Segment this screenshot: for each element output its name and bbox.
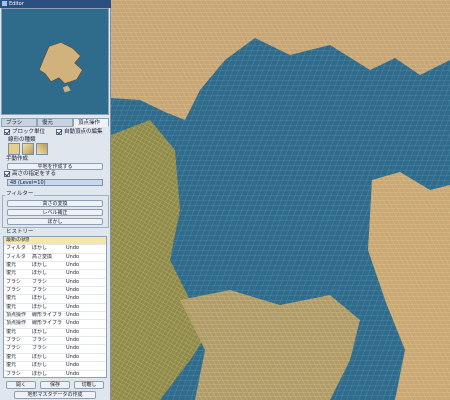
history-row[interactable]: ブラシ ブラシ Undo bbox=[4, 337, 106, 346]
tab-bar: ブラシ 復元 頂点操作 bbox=[0, 118, 111, 127]
history-category: ブラシ bbox=[6, 337, 21, 344]
tool-panel: Editor ブラシ 復元 頂点操作 ブロック単位 自動頂点の編集 線形の種類 … bbox=[0, 0, 111, 400]
history-category: フィルタ bbox=[6, 253, 26, 260]
history-undo: Undo bbox=[66, 287, 80, 294]
history-category: 頂点操作 bbox=[6, 312, 27, 319]
stroke-swatch-flat[interactable] bbox=[8, 143, 20, 155]
history-action: ブラシ bbox=[32, 337, 47, 344]
history-latest-row[interactable]: 最新の状態 bbox=[4, 237, 106, 246]
history-action: 高さ変換 bbox=[32, 253, 53, 260]
history-action: 線形ライブラ bbox=[32, 312, 62, 319]
history-undo: Undo bbox=[66, 353, 80, 360]
history-undo: Undo bbox=[66, 262, 80, 269]
history-action: ブラシ bbox=[32, 345, 47, 352]
history-action: ぼかし bbox=[32, 262, 48, 269]
height-checkbox[interactable] bbox=[4, 170, 10, 177]
history-category: フィルタ bbox=[6, 245, 26, 252]
history-category: ブラシ bbox=[6, 370, 21, 377]
history-undo: Undo bbox=[66, 253, 80, 260]
history-row[interactable]: 復元 ぼかし Undo bbox=[4, 328, 106, 338]
block-unit-option[interactable]: ブロック単位 bbox=[4, 128, 45, 136]
history-row[interactable]: 復元 ぼかし Undo bbox=[4, 295, 106, 304]
history-action: ぼかし bbox=[32, 362, 48, 369]
filter-label: フィルター bbox=[5, 191, 35, 198]
app-icon bbox=[2, 1, 7, 6]
history-undo: Undo bbox=[66, 295, 80, 302]
auto-vertex-checkbox[interactable] bbox=[56, 128, 62, 135]
detach-button[interactable]: 切離し bbox=[74, 381, 104, 389]
history-row[interactable]: 復元 ぼかし Undo bbox=[4, 262, 106, 271]
history-undo: Undo bbox=[66, 303, 80, 310]
history-action: ぼかし bbox=[32, 328, 48, 335]
auto-vertex-option[interactable]: 自動頂点の編集 bbox=[56, 128, 103, 136]
window-titlebar: Editor bbox=[0, 0, 111, 8]
history-undo: Undo bbox=[66, 362, 80, 369]
history-undo: Undo bbox=[66, 245, 80, 252]
block-unit-checkbox[interactable] bbox=[4, 128, 10, 135]
tab-restore[interactable]: 復元 bbox=[37, 118, 73, 127]
history-category: ブラシ bbox=[6, 278, 21, 285]
history-category: 頂点操作 bbox=[6, 320, 27, 327]
height-convert-button[interactable]: 高さの変換 bbox=[7, 200, 103, 207]
window-title: Editor bbox=[9, 1, 24, 7]
history-row[interactable]: ブラシ ぼかし Undo bbox=[4, 370, 106, 378]
history-row[interactable]: ブラシ ブラシ Undo bbox=[4, 278, 106, 288]
height-option[interactable]: 高さの指定をする bbox=[4, 170, 56, 178]
tab-brush[interactable]: ブラシ bbox=[1, 118, 37, 127]
history-row[interactable]: 復元 ぼかし Undo bbox=[4, 270, 106, 279]
save-button[interactable]: 保存 bbox=[40, 381, 70, 389]
stroke-swatch-slope[interactable] bbox=[22, 143, 34, 155]
history-row[interactable]: 復元 ぼかし Undo bbox=[4, 353, 106, 363]
history-undo: Undo bbox=[66, 320, 80, 327]
history-action: 線形ライブラ bbox=[32, 320, 62, 327]
history-undo: Undo bbox=[66, 328, 80, 335]
history-undo: Undo bbox=[66, 278, 80, 285]
history-row[interactable]: 復元 ぼかし Undo bbox=[4, 303, 106, 313]
history-undo: Undo bbox=[66, 337, 80, 344]
history-action: ぼかし bbox=[32, 303, 48, 310]
history-action: ぼかし bbox=[32, 245, 48, 252]
history-action: ぼかし bbox=[32, 353, 48, 360]
history-category: 復元 bbox=[6, 362, 17, 369]
history-category: 復元 bbox=[6, 295, 17, 302]
history-category: ブラシ bbox=[6, 287, 21, 294]
history-action: ブラシ bbox=[32, 287, 47, 294]
history-undo: Undo bbox=[66, 345, 80, 352]
minimap[interactable] bbox=[1, 8, 109, 115]
open-button[interactable]: 開く bbox=[6, 381, 36, 389]
history-list[interactable]: 最新の状態 フィルタ ぼかし Undo フィルタ 高さ変換 Undo 復元 ぼかし Undo 復元… bbox=[3, 236, 107, 378]
stroke-swatch-ramp[interactable] bbox=[36, 143, 48, 155]
history-category: 復元 bbox=[6, 270, 17, 277]
history-undo: Undo bbox=[66, 270, 80, 277]
history-action: ぼかし bbox=[32, 270, 48, 277]
history-action: ブラシ bbox=[32, 278, 47, 285]
history-row[interactable]: フィルタ ぼかし Undo bbox=[4, 245, 106, 254]
create-plain-button[interactable]: 平地を作成する bbox=[7, 163, 103, 170]
blur-button[interactable]: ぼかし bbox=[7, 218, 103, 225]
tab-vertex[interactable]: 頂点操作 bbox=[73, 118, 109, 127]
history-category: 復元 bbox=[6, 328, 17, 335]
history-label: ヒストリー bbox=[5, 229, 35, 236]
history-category: 復元 bbox=[6, 262, 17, 269]
history-action: ぼかし bbox=[32, 370, 48, 377]
history-category: 復元 bbox=[6, 353, 17, 360]
history-category: 復元 bbox=[6, 303, 17, 310]
history-row[interactable]: ブラシ ブラシ Undo bbox=[4, 345, 106, 354]
export-master-data-button[interactable]: 地形マスタデータの作成 bbox=[14, 391, 96, 399]
level-adjust-button[interactable]: レベル補正 bbox=[7, 209, 103, 216]
history-row[interactable]: ブラシ ブラシ Undo bbox=[4, 287, 106, 296]
height-value-field[interactable]: 48 (Level=10) bbox=[7, 179, 103, 186]
history-row[interactable]: 頂点操作 線形ライブラ Undo bbox=[4, 320, 106, 329]
history-undo: Undo bbox=[66, 370, 80, 377]
history-undo: Undo bbox=[66, 312, 80, 319]
history-row[interactable]: 復元 ぼかし Undo bbox=[4, 362, 106, 371]
history-row[interactable]: フィルタ 高さ変換 Undo bbox=[4, 253, 106, 263]
history-category: ブラシ bbox=[6, 345, 21, 352]
history-action: ぼかし bbox=[32, 295, 48, 302]
history-row[interactable]: 頂点操作 線形ライブラ Undo bbox=[4, 312, 106, 321]
manual-create-label: 手動作成 bbox=[6, 156, 29, 162]
